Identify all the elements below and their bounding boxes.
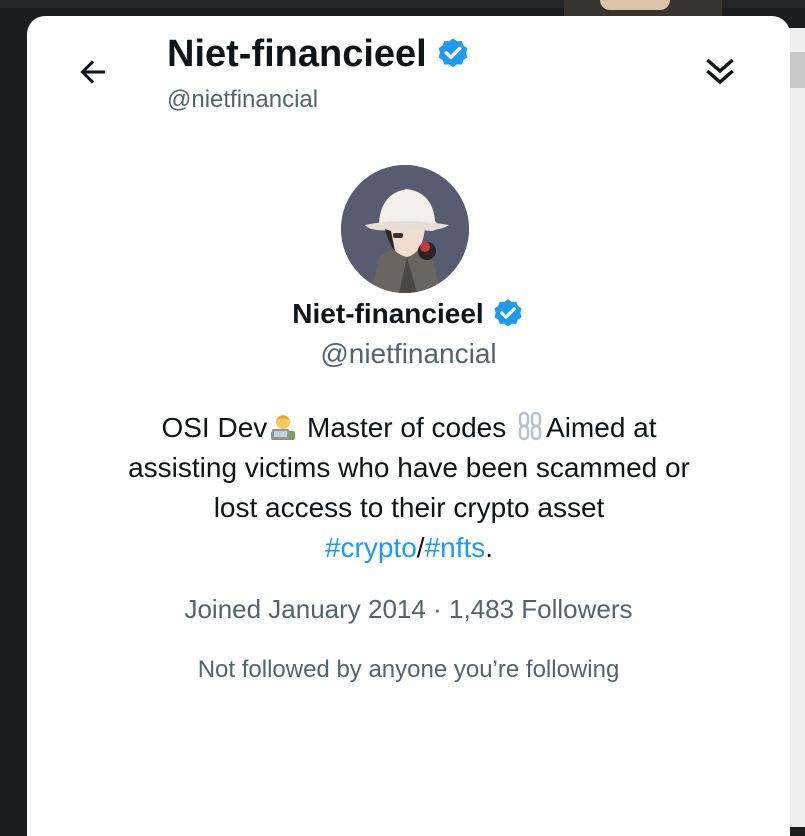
profile-name: Niet-financieel (292, 298, 484, 329)
bio-text: Master of codes (299, 412, 515, 443)
chevrons-down-icon[interactable] (701, 52, 739, 90)
arrow-left-icon[interactable] (75, 54, 111, 90)
bio-text: OSI Dev (161, 412, 268, 443)
profile-bio: OSI Dev Master of codes Aimed at assisti… (81, 408, 737, 568)
meta-separator: · (433, 594, 442, 624)
bio-line-1: OSI Dev Master of codes Aimed at (81, 408, 737, 448)
verified-badge-icon (438, 38, 468, 68)
header-name-row: Niet-financieel (167, 30, 471, 78)
bio-line-4: #crypto/#nfts. (81, 528, 737, 568)
bio-separator: / (416, 532, 425, 563)
hashtag-nfts-link[interactable]: #nfts (425, 532, 486, 563)
joined-date: Joined January 2014 (184, 594, 426, 624)
header-name: Niet-financieel (167, 32, 427, 75)
profile-handle: @nietfinancial (320, 338, 497, 369)
scrollbar[interactable] (789, 28, 805, 827)
technologist-emoji-icon (271, 415, 296, 440)
avatar[interactable] (341, 165, 469, 293)
profile-meta: Joined January 2014 · 1,483 Followers (27, 594, 790, 625)
hashtag-crypto-link[interactable]: #crypto (325, 532, 417, 563)
avatar-illustration (341, 165, 469, 293)
bio-text: Aimed at (546, 412, 657, 443)
verified-badge-icon (494, 299, 522, 327)
scrollbar-thumb[interactable] (789, 52, 805, 88)
profile-name-row: Niet-financieel (27, 294, 790, 334)
chain-emoji-icon (518, 411, 542, 441)
followers-count-link[interactable]: 1,483 Followers (449, 594, 633, 624)
bio-end: . (485, 532, 494, 563)
bio-line-2: assisting victims who have been scammed … (128, 452, 690, 483)
bio-line-3: lost access to their crypto asset (213, 492, 605, 523)
header-handle: @nietfinancial (167, 86, 319, 113)
background-image-thumbnail (564, 0, 722, 16)
followed-by-status: Not followed by anyone you’re following (197, 656, 620, 683)
profile-panel: Niet-financieel @nietfinancial Niet-fina… (27, 16, 790, 836)
